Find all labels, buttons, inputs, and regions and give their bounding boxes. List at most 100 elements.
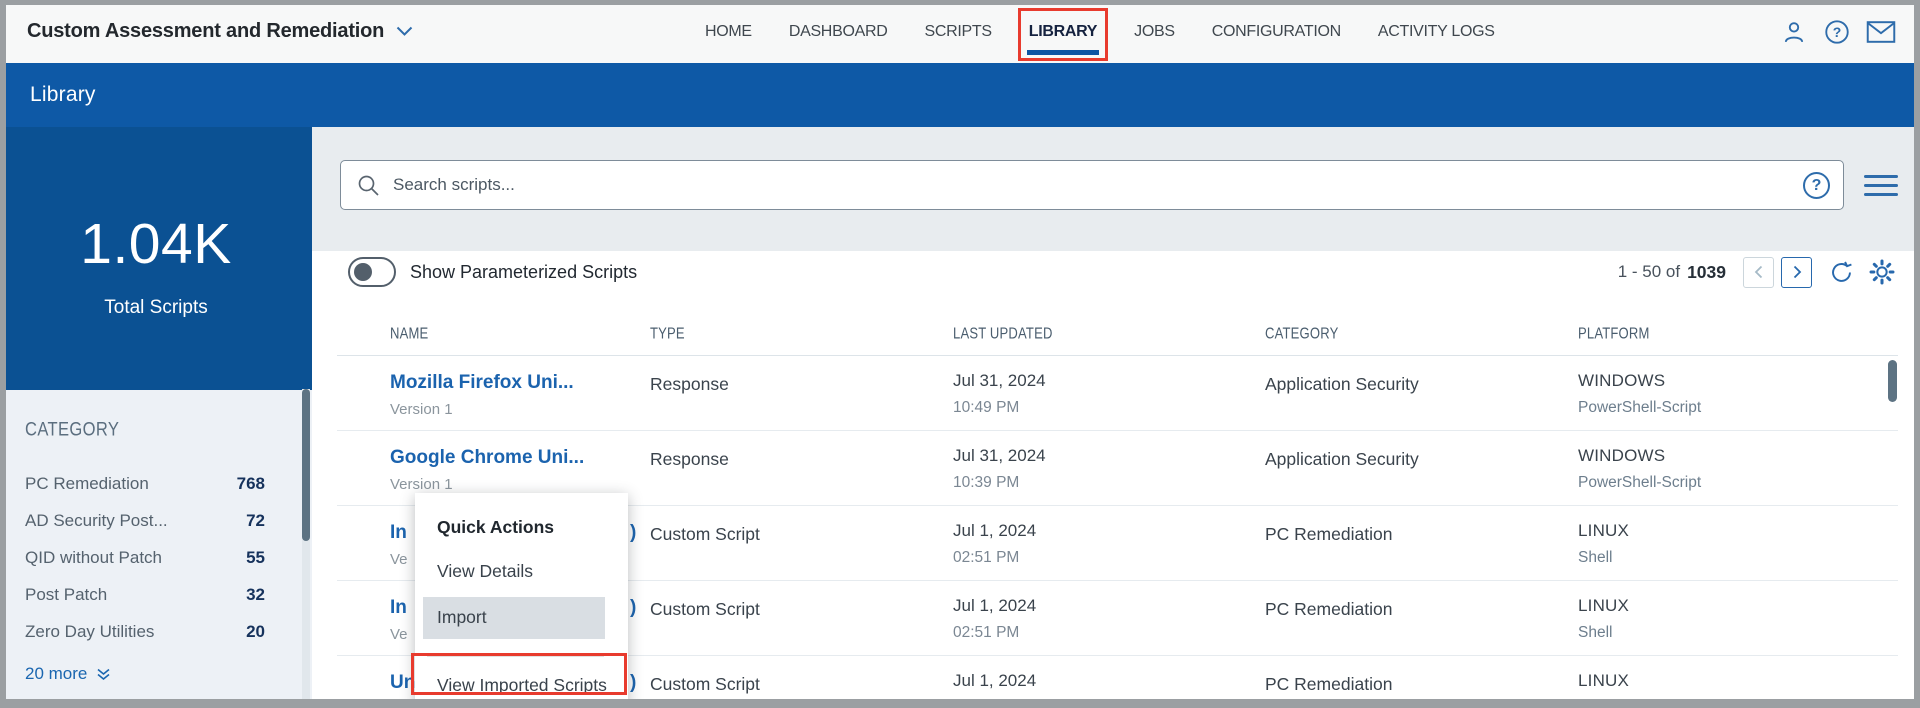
script-name-suffix: ) bbox=[630, 597, 637, 618]
menu-icon[interactable] bbox=[1864, 175, 1898, 202]
column-header-last-updated[interactable]: LAST UPDATED bbox=[953, 325, 1053, 343]
category-count: 768 bbox=[236, 473, 265, 493]
script-category: PC Remediation bbox=[1265, 599, 1393, 619]
total-scripts-panel: 1.04K Total Scripts bbox=[0, 127, 312, 390]
app-switcher[interactable]: Custom Assessment and Remediation bbox=[27, 0, 413, 63]
toggle-knob bbox=[354, 263, 372, 281]
column-header-name[interactable]: NAME bbox=[390, 325, 428, 343]
menu-divider bbox=[427, 656, 604, 657]
nav-item-scripts[interactable]: SCRIPTS bbox=[924, 23, 992, 41]
script-name-suffix: ) bbox=[630, 672, 637, 693]
nav-item-dashboard[interactable]: DASHBOARD bbox=[789, 23, 888, 41]
category-item-qid-without-patch[interactable]: QID without Patch 55 bbox=[25, 539, 265, 576]
quick-actions-menu: Quick Actions View Details Import View I… bbox=[415, 493, 628, 708]
category-item-ad-security[interactable]: AD Security Post... 72 bbox=[25, 502, 265, 539]
previous-page-button[interactable] bbox=[1743, 256, 1774, 288]
top-right-icons: ? bbox=[1780, 0, 1896, 63]
column-header-category[interactable]: CATEGORY bbox=[1265, 325, 1338, 343]
script-category: Application Security bbox=[1265, 374, 1419, 394]
top-bar: Custom Assessment and Remediation HOME D… bbox=[0, 0, 1920, 63]
annotation-red-box-library bbox=[1017, 7, 1109, 61]
script-type: Custom Script bbox=[650, 599, 760, 619]
script-name-link[interactable]: Un bbox=[390, 672, 415, 694]
script-version: Version 1 bbox=[390, 401, 453, 418]
category-item-pc-remediation[interactable]: PC Remediation 768 bbox=[25, 465, 265, 502]
settings-gear-icon[interactable] bbox=[1868, 258, 1896, 286]
category-count: 72 bbox=[246, 510, 265, 530]
nav-item-library[interactable]: LIBRARY bbox=[1017, 7, 1109, 61]
sidebar-scrollbar-thumb[interactable] bbox=[302, 389, 310, 541]
menu-item-view-details[interactable]: View Details bbox=[437, 561, 533, 582]
help-icon[interactable]: ? bbox=[1823, 18, 1851, 46]
column-header-type[interactable]: TYPE bbox=[650, 325, 685, 343]
main-nav: HOME DASHBOARD SCRIPTS LIBRARY JOBS CONF… bbox=[705, 0, 1495, 63]
last-updated-date: Jul 31, 2024 bbox=[953, 371, 1046, 390]
category-count: 20 bbox=[246, 621, 265, 641]
chevron-down-icon[interactable] bbox=[396, 26, 413, 37]
sidebar: 1.04K Total Scripts CATEGORY PC Remediat… bbox=[0, 127, 312, 708]
script-category: Application Security bbox=[1265, 449, 1419, 469]
nav-item-activity-logs[interactable]: ACTIVITY LOGS bbox=[1378, 23, 1495, 41]
nav-item-configuration[interactable]: CONFIGURATION bbox=[1212, 23, 1341, 41]
search-box: ? bbox=[340, 160, 1844, 210]
script-type: Response bbox=[650, 374, 729, 394]
user-icon[interactable] bbox=[1780, 18, 1808, 46]
category-list: PC Remediation 768 AD Security Post... 7… bbox=[25, 465, 265, 650]
script-type: Custom Script bbox=[650, 524, 760, 544]
show-parameterized-toggle[interactable] bbox=[348, 257, 396, 287]
script-name-link[interactable]: In bbox=[390, 597, 407, 619]
last-updated-date: Jul 1, 2024 bbox=[953, 596, 1037, 615]
search-help-icon[interactable]: ? bbox=[1803, 172, 1830, 199]
total-scripts-value: 1.04K bbox=[80, 212, 232, 276]
script-type: Custom Script bbox=[650, 674, 760, 694]
category-count: 55 bbox=[246, 547, 265, 567]
script-version: Version 1 bbox=[390, 476, 453, 493]
next-page-button[interactable] bbox=[1781, 256, 1812, 288]
script-platform: LINUX bbox=[1578, 596, 1630, 615]
script-name-link[interactable]: Mozilla Firefox Uni... bbox=[390, 372, 574, 394]
script-platform: WINDOWS bbox=[1578, 371, 1666, 390]
category-label: Post Patch bbox=[25, 584, 108, 604]
double-chevron-down-icon bbox=[97, 668, 110, 680]
script-platform-sub: PowerShell-Script bbox=[1578, 474, 1702, 491]
script-name-suffix: ) bbox=[630, 522, 637, 543]
category-more-label: 20 more bbox=[25, 664, 88, 683]
nav-item-home[interactable]: HOME bbox=[705, 23, 752, 41]
main-content: ? Show Parameterized Scripts 1 - 50 of 1… bbox=[312, 127, 1920, 708]
pagination-total: 1039 bbox=[1687, 261, 1726, 282]
category-item-zero-day-utilities[interactable]: Zero Day Utilities 20 bbox=[25, 613, 265, 650]
category-heading: CATEGORY bbox=[25, 418, 120, 440]
mail-icon[interactable] bbox=[1866, 19, 1896, 45]
nav-item-jobs[interactable]: JOBS bbox=[1134, 23, 1175, 41]
chevron-left-icon bbox=[1754, 265, 1762, 279]
refresh-icon[interactable] bbox=[1828, 259, 1855, 286]
search-icon bbox=[358, 175, 379, 196]
script-platform-sub: Shell bbox=[1578, 624, 1613, 641]
menu-item-view-imported-scripts[interactable]: View Imported Scripts bbox=[437, 675, 607, 696]
category-count: 32 bbox=[246, 584, 265, 604]
script-category: PC Remediation bbox=[1265, 674, 1393, 694]
search-input[interactable] bbox=[393, 162, 1693, 208]
category-label: AD Security Post... bbox=[25, 510, 168, 530]
pagination: 1 - 50 of 1039 bbox=[1618, 255, 1896, 289]
category-more-link[interactable]: 20 more bbox=[25, 664, 111, 684]
script-name-link[interactable]: In bbox=[390, 522, 407, 544]
category-label: QID without Patch bbox=[25, 547, 163, 567]
script-name-link[interactable]: Google Chrome Uni... bbox=[390, 447, 584, 469]
menu-item-import[interactable]: Import bbox=[437, 607, 487, 628]
category-item-post-patch[interactable]: Post Patch 32 bbox=[25, 576, 265, 613]
chevron-right-icon bbox=[1793, 265, 1801, 279]
last-updated-time: 02:51 PM bbox=[953, 549, 1020, 566]
script-platform: LINUX bbox=[1578, 521, 1630, 540]
table-scrollbar-thumb[interactable] bbox=[1888, 360, 1897, 402]
script-version: Ve bbox=[390, 551, 408, 568]
total-scripts-label: Total Scripts bbox=[104, 297, 208, 318]
column-header-platform[interactable]: PLATFORM bbox=[1578, 325, 1650, 343]
script-type: Response bbox=[650, 449, 729, 469]
table-row[interactable]: Mozilla Firefox Uni... Version 1 Respons… bbox=[312, 356, 1920, 431]
script-platform: WINDOWS bbox=[1578, 446, 1666, 465]
last-updated-time: 02:51 PM bbox=[953, 624, 1020, 641]
pagination-range: 1 - 50 of bbox=[1617, 262, 1681, 281]
last-updated-date: Jul 1, 2024 bbox=[953, 521, 1037, 540]
page-banner: Library bbox=[0, 63, 1920, 127]
